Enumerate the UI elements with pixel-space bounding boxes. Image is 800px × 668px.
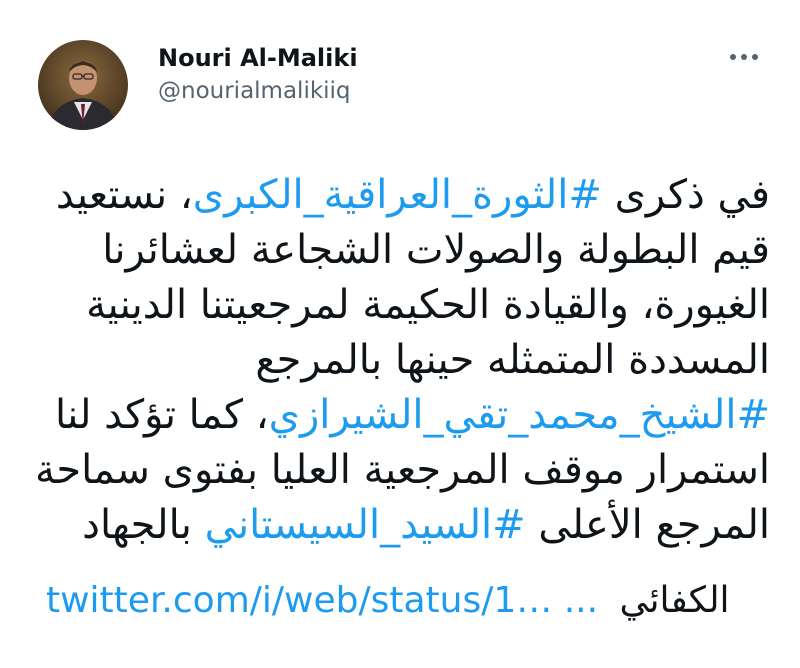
tweet-line-2: قيم البطولة والصولات الشجاعة لعشائرنا [102, 227, 770, 273]
hashtag-link[interactable]: #الشيخ_محمد_تقي_الشيرازي [269, 392, 770, 438]
link-ellipsis: ... [563, 580, 599, 621]
avatar[interactable] [38, 40, 128, 130]
tweet-line-7: المرجع الأعلى #السيد_السيستاني بالجهاد [30, 498, 770, 553]
tweet-line-3: الغيورة، والقيادة الحكيمة لمرجعيتنا الدي… [86, 282, 770, 328]
hashtag-link[interactable]: #السيد_السيستاني [205, 502, 526, 548]
truncated-status-link[interactable]: twitter.com/i/web/status/1… [46, 580, 552, 621]
tweet-text-segment: ، كما تؤكد لنا [54, 392, 269, 438]
tweet-text: في ذكرى #الثورة_العراقية_الكبرى، نستعيد … [30, 168, 770, 553]
tweet-line-8: twitter.com/i/web/status/1… ... الكفائي [46, 574, 730, 628]
hashtag-link[interactable]: #الثورة_العراقية_الكبرى [193, 172, 602, 218]
tweet-line-4: المسددة المتمثله حينها بالمرجع [255, 337, 770, 383]
author-block: Nouri Al-Maliki @nourialmalikiiq [158, 42, 358, 108]
tweet-line-5: #الشيخ_محمد_تقي_الشيرازي، كما تؤكد لنا [30, 388, 770, 443]
tweet-text-segment: في ذكرى [601, 172, 770, 218]
profile-photo [38, 40, 128, 130]
tweet-text-tail: الكفائي [619, 580, 730, 621]
tweet-line-1: في ذكرى #الثورة_العراقية_الكبرى، نستعيد [30, 168, 770, 223]
author-display-name[interactable]: Nouri Al-Maliki [158, 42, 358, 74]
author-handle[interactable]: @nourialmalikiiq [158, 74, 358, 108]
tweet-line-6: استمرار موقف المرجعية العليا بفتوى سماحة [34, 447, 770, 493]
tweet-text-segment: بالجهاد [82, 502, 205, 548]
more-options-button[interactable] [724, 46, 764, 68]
tweet-text-segment: المرجع الأعلى [525, 502, 770, 548]
tweet[interactable]: Nouri Al-Maliki @nourialmalikiiq في ذكرى… [0, 0, 800, 668]
more-horizontal-icon [730, 54, 758, 60]
tweet-text-segment: ، نستعيد [55, 172, 193, 218]
